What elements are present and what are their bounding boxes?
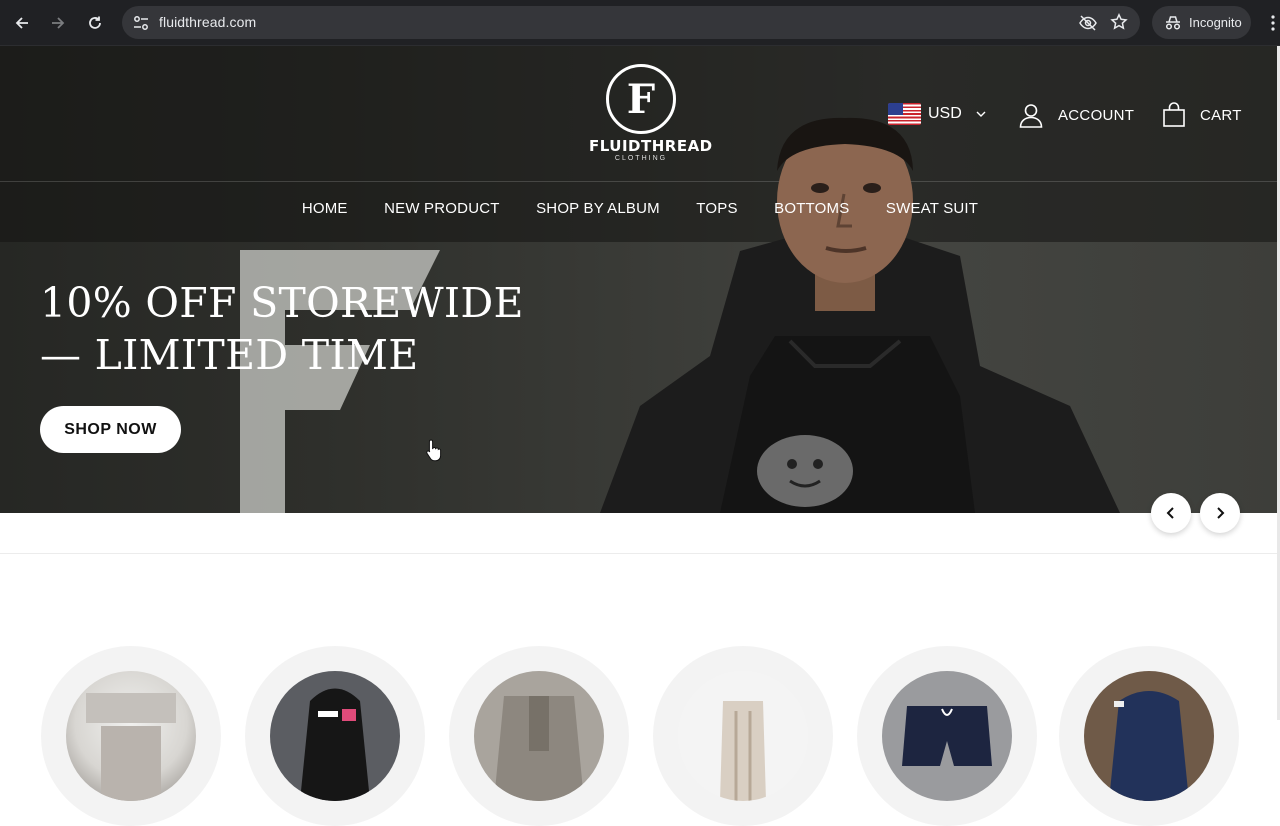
shorts-thumbnail	[882, 671, 1012, 801]
logo-brand-name: FLUIDTHREAD	[589, 137, 713, 155]
incognito-indicator[interactable]: Incognito	[1152, 6, 1251, 39]
category-circle[interactable]	[449, 646, 629, 826]
account-label: ACCOUNT	[1058, 106, 1135, 124]
category-circle[interactable]	[41, 646, 221, 826]
chevron-down-icon	[976, 111, 986, 117]
currency-selector[interactable]: USD	[888, 103, 987, 125]
section-divider	[0, 553, 1280, 554]
account-link[interactable]: ACCOUNT	[1018, 102, 1134, 128]
denim-set-thumbnail	[474, 671, 604, 801]
chevron-right-icon	[1217, 507, 1225, 519]
category-circle[interactable]	[1059, 646, 1239, 826]
cart-label: CART	[1200, 106, 1242, 124]
carousel-next-button[interactable]	[1200, 493, 1240, 533]
us-flag-icon	[888, 103, 921, 125]
bookmark-star-icon[interactable]	[1110, 13, 1128, 31]
hero-banner: F FLUIDTHREAD CLOTHING USD ACCOUNT CART …	[0, 46, 1280, 513]
nav-item-tops[interactable]: TOPS	[696, 200, 737, 217]
cart-link[interactable]: CART	[1162, 102, 1242, 128]
category-circle[interactable]	[857, 646, 1037, 826]
logo-tagline: CLOTHING	[614, 155, 668, 162]
graphic-tee-thumbnail	[66, 671, 196, 801]
nav-item-shop-by-album[interactable]: SHOP BY ALBUM	[536, 200, 660, 217]
url-text[interactable]: fluidthread.com	[159, 14, 256, 30]
reload-button[interactable]	[83, 11, 107, 35]
category-circle[interactable]	[653, 646, 833, 826]
category-circle[interactable]	[245, 646, 425, 826]
hero-headline: 10% OFF STOREWIDE — LIMITED TIME	[40, 277, 524, 381]
main-navigation: HOME NEW PRODUCT SHOP BY ALBUM TOPS BOTT…	[0, 200, 1280, 218]
nav-item-sweat-suit[interactable]: SWEAT SUIT	[886, 200, 978, 217]
hero-headline-line1: 10% OFF STOREWIDE	[40, 279, 524, 327]
hand-cursor-icon	[426, 439, 442, 462]
hero-headline-line2: — LIMITED TIME	[40, 331, 419, 379]
forward-button[interactable]	[46, 11, 70, 35]
address-bar[interactable]: fluidthread.com	[122, 6, 1140, 39]
incognito-icon	[1165, 15, 1181, 30]
navy-sweatsuit-thumbnail	[1084, 671, 1214, 801]
reload-icon	[89, 16, 101, 29]
nav-item-home[interactable]: HOME	[302, 200, 348, 217]
carousel-prev-button[interactable]	[1151, 493, 1191, 533]
web-page: F FLUIDTHREAD CLOTHING USD ACCOUNT CART …	[0, 46, 1280, 826]
chevron-left-icon	[1166, 507, 1174, 519]
back-arrow-icon	[15, 17, 28, 29]
user-icon	[1019, 104, 1043, 128]
browser-toolbar: fluidthread.com Incognito	[0, 0, 1280, 46]
currency-label: USD	[928, 105, 962, 122]
incognito-label: Incognito	[1189, 15, 1242, 30]
tan-pants-thumbnail	[678, 671, 808, 801]
browser-menu-icon[interactable]	[1266, 13, 1280, 33]
nav-item-new-product[interactable]: NEW PRODUCT	[384, 200, 500, 217]
shopping-bag-icon	[1163, 102, 1185, 127]
brand-logo[interactable]: F FLUIDTHREAD CLOTHING	[589, 64, 713, 164]
black-hoodie-thumbnail	[270, 671, 400, 801]
forward-arrow-icon	[52, 17, 65, 29]
shop-now-button[interactable]: SHOP NOW	[40, 406, 181, 453]
logo-monogram: F	[606, 64, 676, 134]
back-button[interactable]	[10, 11, 34, 35]
site-settings-icon[interactable]	[132, 14, 150, 32]
eye-slash-icon[interactable]	[1078, 14, 1098, 32]
nav-item-bottoms[interactable]: BOTTOMS	[774, 200, 849, 217]
